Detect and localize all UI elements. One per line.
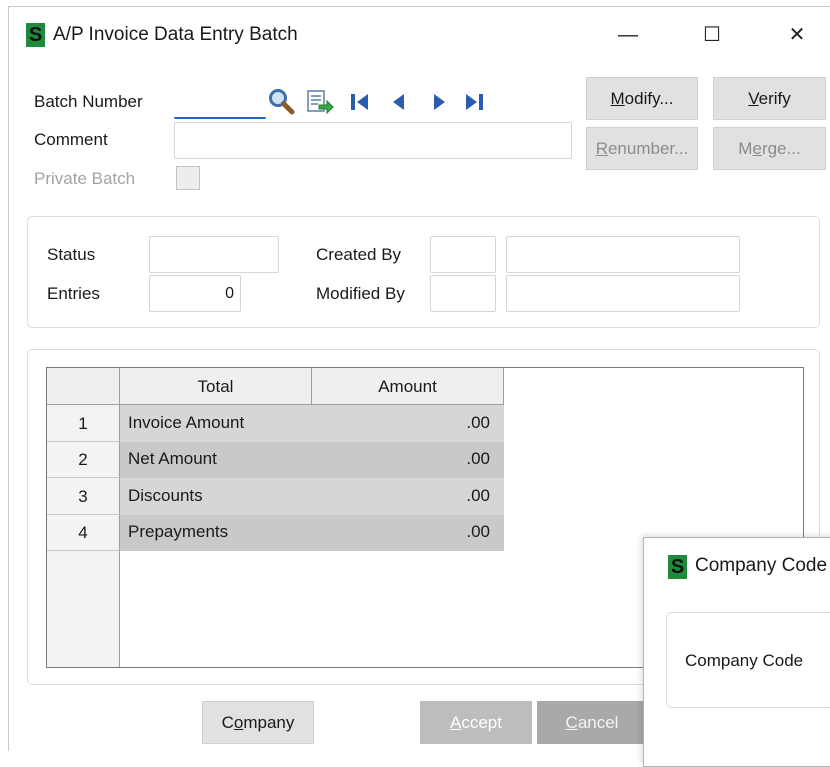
accept-button[interactable]: Accept <box>420 701 532 744</box>
verify-button[interactable]: Verify <box>713 77 826 120</box>
modified-by-label: Modified By <box>316 284 405 303</box>
window-title: A/P Invoice Data Entry Batch <box>53 24 298 45</box>
sage-logo-icon: S <box>26 23 45 47</box>
last-record-icon[interactable] <box>462 91 486 113</box>
next-record-icon[interactable] <box>429 91 449 113</box>
entries-field: 0 <box>149 275 241 312</box>
maximize-button[interactable]: ☐ <box>697 23 727 47</box>
column-header-total[interactable]: Total <box>120 368 312 405</box>
row-number[interactable]: 4 <box>47 515 120 551</box>
status-label: Status <box>47 245 96 264</box>
company-code-dialog: S Company Code Company Code <box>643 537 830 767</box>
column-header-amount[interactable]: Amount <box>312 368 504 405</box>
minimize-button[interactable]: — <box>613 23 643 47</box>
cancel-button[interactable]: Cancel <box>537 701 647 744</box>
previous-record-icon[interactable] <box>389 91 409 113</box>
grid-cell-total[interactable]: Net Amount <box>120 442 312 478</box>
row-number[interactable]: 1 <box>47 405 120 442</box>
created-by-label: Created By <box>316 245 402 264</box>
row-header-filler <box>47 551 120 667</box>
modified-by-code-field <box>430 275 496 312</box>
company-code-dialog-title: Company Code <box>695 555 828 576</box>
merge-button[interactable]: Merge... <box>713 127 826 170</box>
private-batch-label: Private Batch <box>34 169 136 188</box>
comment-input[interactable] <box>174 122 572 159</box>
grid-cell-total[interactable]: Discounts <box>120 478 312 515</box>
modified-by-name-field <box>506 275 740 312</box>
created-by-name-field <box>506 236 740 273</box>
batch-number-input[interactable] <box>174 85 266 119</box>
grid-cell-amount[interactable]: .00 <box>312 442 504 478</box>
batch-number-label: Batch Number <box>34 92 143 111</box>
search-icon[interactable] <box>267 87 297 117</box>
modify-button[interactable]: Modify... <box>586 77 698 120</box>
grid-corner-header <box>47 368 120 405</box>
company-code-label: Company Code <box>685 651 804 670</box>
batch-list-icon[interactable] <box>305 88 335 116</box>
entries-label: Entries <box>47 284 100 303</box>
created-by-code-field <box>430 236 496 273</box>
grid-cell-amount[interactable]: .00 <box>312 405 504 442</box>
grid-empty-area-right <box>504 368 803 551</box>
row-number[interactable]: 2 <box>47 442 120 478</box>
renumber-button[interactable]: Renumber... <box>586 127 698 170</box>
sage-logo-icon: S <box>668 555 687 579</box>
grid-cell-total[interactable]: Prepayments <box>120 515 312 551</box>
private-batch-checkbox[interactable] <box>176 166 200 190</box>
close-button[interactable]: ✕ <box>782 23 812 47</box>
grid-cell-amount[interactable]: .00 <box>312 478 504 515</box>
grid-cell-amount[interactable]: .00 <box>312 515 504 551</box>
comment-label: Comment <box>34 130 108 149</box>
row-number[interactable]: 3 <box>47 478 120 515</box>
status-field <box>149 236 279 273</box>
grid-cell-total[interactable]: Invoice Amount <box>120 405 312 442</box>
company-button[interactable]: Company <box>202 701 314 744</box>
first-record-icon[interactable] <box>348 91 372 113</box>
